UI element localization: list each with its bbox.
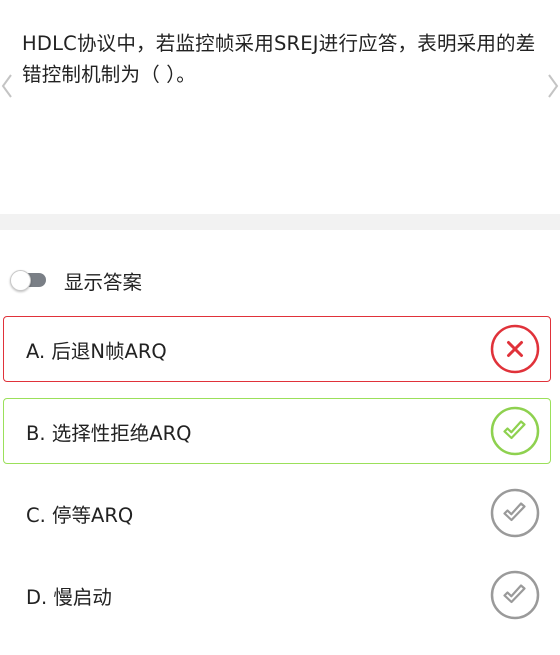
check-circle-icon — [490, 488, 540, 538]
option-c-label: C. 停等ARQ — [26, 503, 134, 527]
option-a[interactable]: A. 后退N帧ARQ — [3, 316, 551, 382]
chevron-right-icon — [548, 74, 559, 98]
x-circle-icon — [490, 324, 540, 374]
section-divider — [0, 214, 560, 230]
option-d-label: D. 慢启动 — [26, 585, 112, 609]
show-answer-row: 显示答案 — [10, 262, 142, 298]
show-answer-toggle[interactable] — [10, 269, 48, 291]
question-text: HDLC协议中，若监控帧采用SREJ进行应答，表明采用的差错控制机制为（ ）。 — [22, 32, 536, 86]
check-circle-icon — [490, 406, 540, 456]
chevron-left-icon — [1, 74, 12, 98]
option-b[interactable]: B. 选择性拒绝ARQ — [3, 398, 551, 464]
show-answer-label: 显示答案 — [64, 270, 143, 294]
quiz-page: HDLC协议中，若监控帧采用SREJ进行应答，表明采用的差错控制机制为（ ）。 … — [0, 0, 560, 655]
previous-question-arrow[interactable] — [0, 72, 14, 100]
option-b-label: B. 选择性拒绝ARQ — [26, 421, 192, 445]
toggle-knob — [10, 270, 31, 291]
question-area: HDLC协议中，若监控帧采用SREJ进行应答，表明采用的差错控制机制为（ ）。 — [0, 0, 560, 214]
option-d[interactable]: D. 慢启动 — [3, 562, 551, 628]
next-question-arrow[interactable] — [546, 72, 560, 100]
check-circle-icon — [490, 570, 540, 620]
option-c[interactable]: C. 停等ARQ — [3, 480, 551, 546]
option-a-label: A. 后退N帧ARQ — [26, 339, 167, 363]
